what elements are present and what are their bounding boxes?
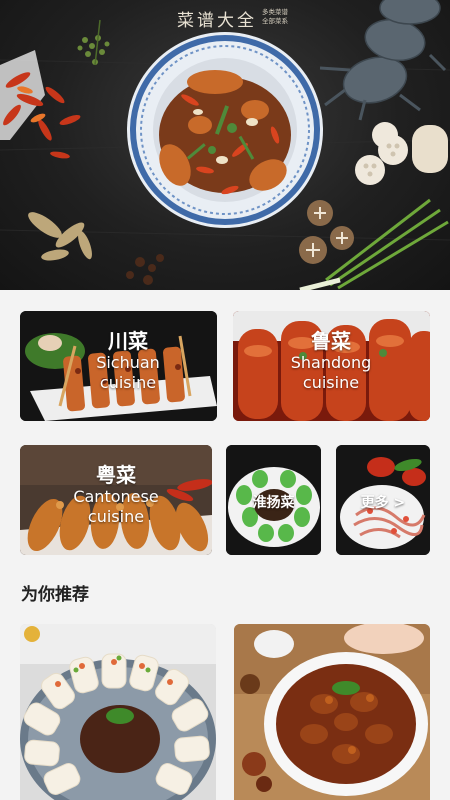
- category-name-en: Shandong cuisine: [290, 353, 372, 392]
- category-name-en: Cantonese cuisine: [73, 487, 159, 526]
- hero-banner[interactable]: 菜谱大全 多类菜谱 全部菜系: [0, 0, 450, 290]
- category-card-more[interactable]: 更多 >: [336, 445, 430, 555]
- category-card-shandong[interactable]: 鲁菜 Shandong cuisine: [233, 311, 430, 421]
- hero-food-illustration: [0, 0, 450, 290]
- more-link-label: 更多 >: [360, 495, 406, 511]
- category-label-more: 更多 >: [336, 492, 430, 512]
- app-subtitle: 多类菜谱 全部菜系: [262, 8, 288, 26]
- home-screen: 菜谱大全 多类菜谱 全部菜系 川菜 Sichuan cuisine 鲁菜 Sha…: [0, 0, 450, 800]
- category-label-huaiyang: 淮扬菜: [226, 492, 321, 512]
- category-card-huaiyang[interactable]: 淮扬菜: [226, 445, 321, 555]
- category-label-cantonese: 粤菜 Cantonese cuisine: [56, 463, 176, 527]
- category-name-zh: 淮扬菜: [252, 495, 295, 511]
- subtitle-line-2: 全部菜系: [262, 17, 288, 25]
- category-name-zh: 川菜: [108, 329, 148, 353]
- subtitle-line-1: 多类菜谱: [262, 8, 288, 16]
- recommend-card-1[interactable]: [20, 624, 216, 800]
- recommend-section-title: 为你推荐: [21, 585, 89, 605]
- category-label-sichuan: 川菜 Sichuan cuisine: [68, 329, 188, 393]
- app-title: 菜谱大全: [177, 11, 257, 31]
- recommend-dish-image-1: [20, 624, 216, 800]
- category-name-zh: 鲁菜: [311, 329, 351, 353]
- category-label-shandong: 鲁菜 Shandong cuisine: [271, 329, 391, 393]
- recommend-card-2[interactable]: [234, 624, 430, 800]
- recommend-dish-image-2: [234, 624, 430, 800]
- category-name-en: Sichuan cuisine: [96, 353, 160, 392]
- category-card-cantonese[interactable]: 粤菜 Cantonese cuisine: [20, 445, 212, 555]
- category-card-sichuan[interactable]: 川菜 Sichuan cuisine: [20, 311, 217, 421]
- category-name-zh: 粤菜: [96, 463, 136, 487]
